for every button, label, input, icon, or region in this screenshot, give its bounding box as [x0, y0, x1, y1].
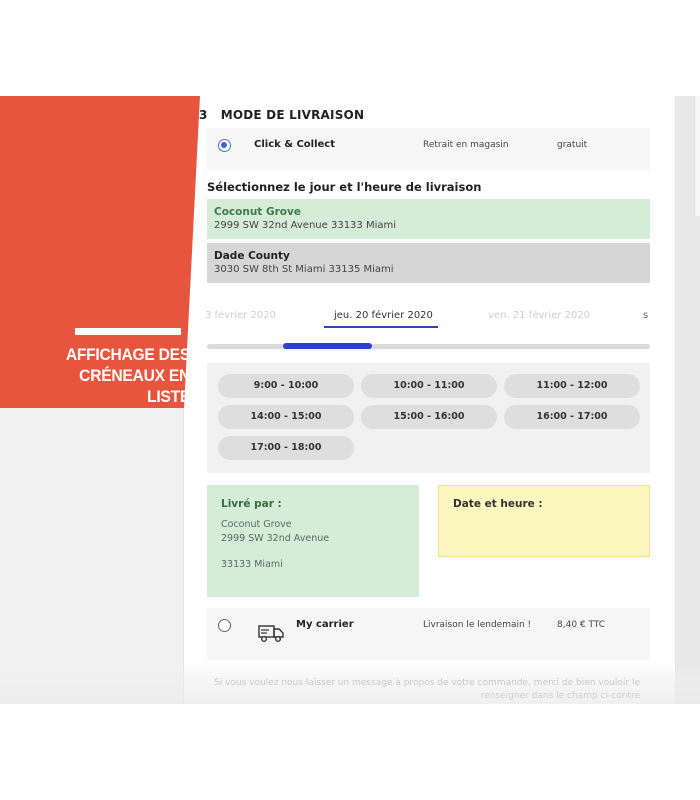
option-description: Retrait en magasin — [423, 140, 509, 150]
date-scrollbar-track[interactable] — [207, 344, 650, 349]
time-slot[interactable]: 9:00 - 10:00 — [218, 374, 354, 398]
store-option-dade-county[interactable]: Dade County 3030 SW 8th St Miami 33135 M… — [207, 243, 650, 283]
delivered-by-box: Livré par : Coconut Grove 2999 SW 32nd A… — [207, 485, 419, 597]
store-option-coconut-grove[interactable]: Coconut Grove 2999 SW 32nd Avenue 33133 … — [207, 199, 650, 239]
date-time-box: Date et heure : — [438, 485, 650, 557]
shipping-option-click-collect[interactable]: Click & Collect Retrait en magasin gratu… — [207, 128, 650, 170]
store-name: Dade County — [214, 250, 290, 262]
store-address: 2999 SW 32nd Avenue 33133 Miami — [214, 220, 397, 231]
message-line-2: renseigner dans le champ ci-contre — [480, 691, 640, 701]
time-slots-panel: 9:00 - 10:00 10:00 - 11:00 11:00 - 12:00… — [207, 363, 650, 473]
time-slot[interactable]: 14:00 - 15:00 — [218, 405, 354, 429]
date-tab-next[interactable]: ven. 21 février 2020 — [488, 310, 590, 321]
option-price: 8,40 € TTC — [557, 620, 606, 630]
delivery-truck-icon — [258, 622, 286, 646]
step-number: 3 — [199, 108, 208, 122]
selected-date-underline — [324, 326, 438, 328]
date-time-title: Date et heure : — [453, 498, 543, 510]
order-message-hint: Si vous voulez nous laisser un message à… — [207, 677, 640, 703]
step-label: MODE DE LIVRAISON — [220, 108, 365, 122]
option-description: Livraison le lendemain ! — [423, 620, 532, 630]
time-slot[interactable]: 17:00 - 18:00 — [218, 436, 354, 460]
delivered-by-title: Livré par : — [221, 498, 282, 510]
bottom-margin — [0, 704, 700, 800]
date-tab-selected[interactable]: jeu. 20 février 2020 — [334, 310, 433, 321]
promo-banner: AFFICHAGE DES CRÉNEAUX EN LISTE — [0, 96, 200, 408]
radio-click-collect[interactable] — [218, 139, 231, 152]
promo-divider — [75, 328, 181, 335]
time-slot[interactable]: 10:00 - 11:00 — [361, 374, 497, 398]
shipping-option-my-carrier[interactable]: My carrier Livraison le lendemain ! 8,40… — [207, 608, 650, 660]
step-title: 3 MODE DE LIVRAISON — [199, 108, 364, 122]
message-line-1: Si vous voulez nous laisser un message à… — [214, 678, 640, 688]
time-slot[interactable]: 16:00 - 17:00 — [504, 405, 640, 429]
delivered-by-city: 33133 Miami — [221, 559, 283, 570]
date-scrollbar-thumb[interactable] — [283, 343, 372, 349]
promo-line-2: CRÉNEAUX EN LISTE — [79, 366, 190, 406]
summary-panel-edge — [694, 96, 700, 216]
delivered-by-address: 2999 SW 32nd Avenue — [221, 532, 330, 544]
option-name: Click & Collect — [254, 139, 336, 150]
radio-my-carrier[interactable] — [218, 619, 231, 632]
time-slot[interactable]: 15:00 - 16:00 — [361, 405, 497, 429]
promo-line-1: AFFICHAGE DES — [65, 345, 190, 364]
option-name: My carrier — [296, 619, 354, 630]
promo-text: AFFICHAGE DES CRÉNEAUX EN LISTE — [43, 344, 190, 407]
date-tab-previous[interactable]: 3 février 2020 — [205, 310, 276, 321]
select-day-time-title: Sélectionnez le jour et l'heure de livra… — [207, 180, 482, 194]
option-price: gratuit — [557, 140, 588, 150]
delivered-by-store: Coconut Grove — [221, 519, 292, 530]
time-slot[interactable]: 11:00 - 12:00 — [504, 374, 640, 398]
date-tab-partial[interactable]: s — [643, 310, 648, 321]
store-name: Coconut Grove — [214, 206, 301, 218]
store-address: 3030 SW 8th St Miami 33135 Miami — [214, 264, 394, 275]
